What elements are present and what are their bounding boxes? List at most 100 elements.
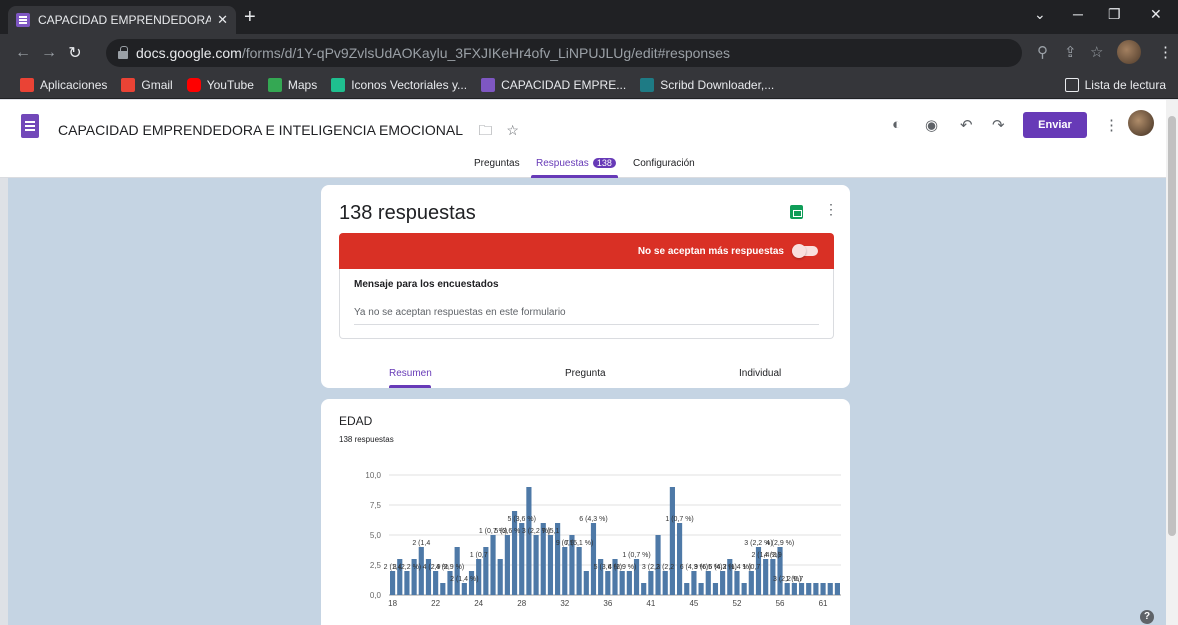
bookmark-star-icon[interactable]: ☆ [1090, 43, 1103, 61]
responses-more-icon[interactable]: ⋮ [824, 201, 838, 218]
chrome-menu-icon[interactable]: ⋮ [1158, 43, 1173, 61]
bar [684, 583, 690, 595]
minimize-icon[interactable]: ─ [1073, 6, 1083, 22]
bookmark-forms[interactable]: CAPACIDAD EMPRE... [481, 78, 626, 92]
bar [590, 523, 597, 595]
accept-responses-toggle[interactable] [792, 244, 818, 258]
tab-questions[interactable]: Preguntas [474, 158, 520, 169]
bar [440, 583, 446, 595]
tab-summary[interactable]: Resumen [389, 368, 432, 379]
bar [834, 583, 840, 595]
forms-logo-icon[interactable] [21, 114, 39, 138]
close-window-icon[interactable]: ✕ [1150, 6, 1162, 23]
scroll-thumb[interactable] [1168, 116, 1176, 536]
close-tab-icon[interactable]: ✕ [217, 12, 228, 28]
share-icon[interactable]: ⇪ [1064, 43, 1077, 61]
form-title[interactable]: CAPACIDAD EMPRENDEDORA E INTELIGENCIA EM… [58, 120, 519, 144]
question-response-count: 138 respuestas [339, 435, 394, 444]
tab-responses[interactable]: Respuestas 138 [536, 158, 616, 169]
star-icon[interactable]: ☆ [506, 122, 519, 138]
page-scrollbar[interactable] [1166, 100, 1178, 625]
bookmark-scribd[interactable]: Scribd Downloader,... [640, 78, 774, 92]
y-tick-label: 2,5 [370, 561, 382, 570]
more-options-icon[interactable]: ⋮ [1104, 116, 1119, 134]
url-host: docs.google.com [136, 45, 242, 61]
bar [641, 583, 647, 595]
bar [454, 547, 460, 595]
bookmark-youtube[interactable]: YouTube [186, 78, 254, 92]
x-tick-label: 56 [776, 599, 785, 608]
back-icon[interactable]: ← [10, 44, 36, 62]
bar [669, 487, 675, 595]
browser-tab[interactable]: CAPACIDAD EMPRENDEDORA E I ✕ [8, 6, 236, 34]
undo-icon[interactable]: ↶ [960, 116, 973, 134]
new-tab-icon[interactable]: + [244, 6, 256, 29]
reading-list-icon [1064, 78, 1079, 92]
bookmark-maps[interactable]: Maps [267, 78, 317, 92]
bookmark-vectors[interactable]: Iconos Vectoriales y... [331, 78, 467, 92]
x-tick-label: 61 [819, 599, 828, 608]
redo-icon[interactable]: ↷ [992, 116, 1005, 134]
bar [691, 571, 697, 595]
palette-icon[interactable]: ◐ [892, 116, 901, 133]
tab-question[interactable]: Pregunta [565, 368, 606, 379]
data-label: 3 (2,2 %) [393, 564, 421, 571]
tab-individual[interactable]: Individual [739, 368, 781, 379]
x-tick-label: 45 [689, 599, 698, 608]
y-tick-label: 10,0 [365, 471, 381, 480]
age-bar-chart: 0,02,55,07,510,02 (1,43 (2,2 %)2 (1,44 (… [365, 471, 841, 608]
response-count-badge: 138 [592, 158, 616, 168]
bar [490, 535, 496, 595]
responses-summary-card: 138 respuestas ⋮ No se aceptan más respu… [321, 185, 850, 388]
form-tabs: Preguntas Respuestas 138 Configuración [0, 156, 1166, 178]
bar [698, 583, 704, 595]
bar [404, 571, 410, 595]
tab-search-chevron-icon[interactable]: ⌄ [1034, 6, 1046, 23]
bar [626, 571, 632, 595]
bar [547, 535, 554, 595]
bar [827, 583, 833, 595]
x-tick-label: 22 [431, 599, 440, 608]
bar [813, 583, 819, 595]
reading-list[interactable]: Lista de lectura [1064, 78, 1166, 92]
data-label: 6 (4,3 %) [579, 516, 607, 523]
data-label: 4 (2,9 %) [766, 540, 794, 547]
user-avatar[interactable] [1128, 110, 1154, 136]
send-button[interactable]: Enviar [1023, 112, 1087, 138]
bar [447, 571, 453, 595]
question-title: EDAD [339, 414, 373, 428]
scribd-icon [640, 78, 655, 92]
folder-icon[interactable]: 🗀 [478, 122, 492, 138]
responses-count-title: 138 respuestas [339, 202, 476, 224]
reload-icon[interactable]: ↻ [62, 43, 88, 63]
zoom-icon[interactable]: ⚲ [1037, 43, 1048, 61]
bar [734, 571, 740, 595]
x-tick-label: 36 [603, 599, 612, 608]
responses-content: 138 respuestas ⋮ No se aceptan más respu… [8, 178, 1166, 625]
address-bar[interactable]: docs.google.com/forms/d/1Y-qPv9ZvlsUdAOK… [106, 39, 1022, 67]
apps-grid-icon [20, 78, 34, 92]
x-tick-label: 28 [517, 599, 526, 608]
tab-title: CAPACIDAD EMPRENDEDORA E I [38, 13, 212, 27]
bookmark-gmail[interactable]: Gmail [121, 78, 173, 92]
bar [763, 559, 769, 595]
forward-icon[interactable]: → [36, 44, 62, 62]
bar [676, 523, 683, 595]
message-input[interactable]: Ya no se aceptan respuestas en este form… [354, 303, 819, 325]
maps-icon [267, 78, 282, 92]
preview-eye-icon[interactable]: ◉ [925, 116, 938, 134]
sheets-icon[interactable] [790, 205, 803, 219]
tab-settings[interactable]: Configuración [633, 158, 695, 169]
help-icon[interactable]: ? [1140, 610, 1154, 624]
message-box: Mensaje para los encuestados Ya no se ac… [339, 269, 834, 339]
restore-icon[interactable]: ❐ [1108, 6, 1121, 23]
active-subtab-indicator [389, 385, 431, 388]
profile-avatar[interactable] [1117, 40, 1141, 64]
bookmark-apps[interactable]: Aplicaciones [20, 78, 107, 92]
bar [605, 571, 611, 595]
question-card-edad: EDAD 138 respuestas 0,0 2,5 5,0 7,5 10,0 2 (1… [321, 399, 850, 625]
x-tick-label: 32 [560, 599, 569, 608]
y-tick-label: 5,0 [370, 531, 382, 540]
bar [468, 571, 475, 595]
browser-tab-strip: CAPACIDAD EMPRENDEDORA E I ✕ + ⌄ ─ ❐ ✕ [0, 0, 1178, 34]
